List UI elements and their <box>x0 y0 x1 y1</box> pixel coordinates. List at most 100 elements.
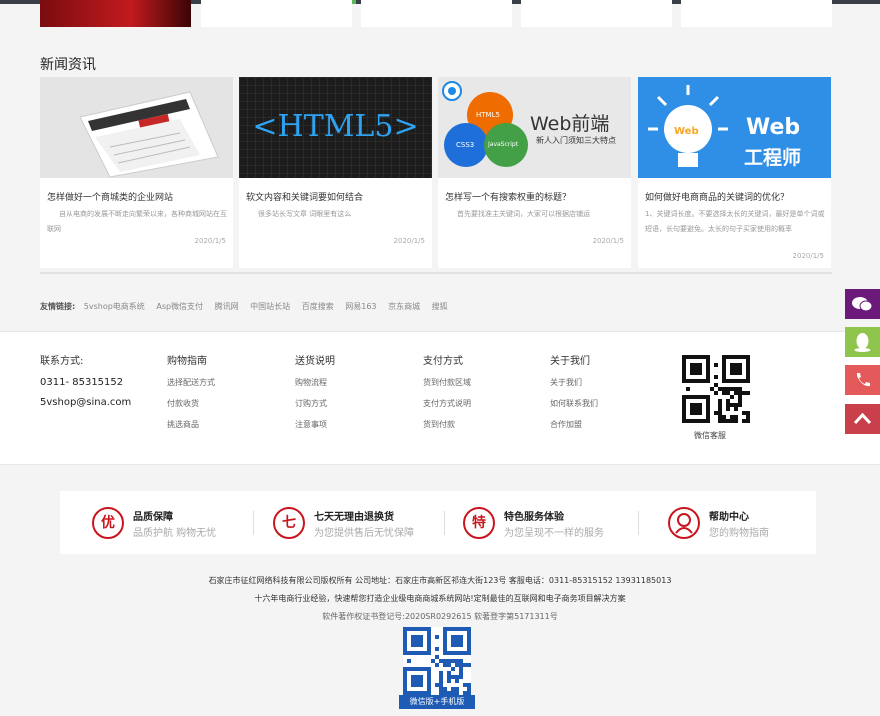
phone-icon <box>857 373 870 387</box>
customer-service-icon <box>675 513 693 534</box>
sidebar-back-to-top[interactable] <box>845 404 880 434</box>
guarantee-title: 七天无理由退换货 <box>314 512 394 523</box>
seven-day-icon: 七 <box>273 507 305 539</box>
footer-column-about: 关于我们 关于我们 如何联系我们 合作加盟 <box>550 352 598 440</box>
footer-link[interactable]: 注意事项 <box>295 419 335 430</box>
news-desc: 首先要找准主关键词，大家可以根据店铺运 <box>457 210 590 218</box>
footer-column-heading: 支付方式 <box>423 356 463 367</box>
contact-heading: 联系方式: <box>40 356 84 367</box>
wechat-qr-caption: 微信客服 <box>694 431 726 440</box>
web-engineer-sub: 工程师 <box>744 147 802 169</box>
footer-link[interactable]: 合作加盟 <box>550 419 598 430</box>
html5-thumb-text: <HTML5> <box>252 109 419 144</box>
mobile-qr-code <box>403 627 471 695</box>
bulb-text: Web <box>674 126 699 137</box>
news-date: 2020/1/5 <box>393 237 425 245</box>
news-thumbnail[interactable]: Web Web 工程师 <box>638 77 831 178</box>
qq-icon <box>854 333 871 352</box>
guarantee-separator <box>253 511 254 535</box>
news-date: 2020/1/5 <box>194 237 226 245</box>
product-card[interactable] <box>681 0 832 27</box>
footer-link[interactable]: 选择配送方式 <box>167 377 215 388</box>
footer-column-heading: 关于我们 <box>550 356 590 367</box>
web-frontend-title: Web前端 <box>530 113 610 135</box>
footer-column-delivery: 送货说明 购物流程 订购方式 注意事项 <box>295 352 335 440</box>
friend-link[interactable]: 中国站长站 <box>250 302 290 311</box>
friend-link[interactable]: 腾讯网 <box>215 302 239 311</box>
section-divider <box>40 272 832 274</box>
mobile-qr-caption: 微信版+手机版 <box>399 695 475 709</box>
copyright-line: 十六年电商行业经验，快速帮您打造企业级电商商城系统网站!定制最佳的互联网和电子商… <box>254 594 626 603</box>
friend-link[interactable]: 京东商城 <box>388 302 420 311</box>
bubble-js: JavaScript <box>488 141 519 148</box>
help-center-icon <box>668 507 700 539</box>
news-date: 2020/1/5 <box>592 237 624 245</box>
product-card[interactable] <box>521 0 672 27</box>
guarantee-bar: 优 品质保障 品质护航 购物无忧 七 七天无理由退换货 为您提供售后无忧保障 特… <box>60 491 816 554</box>
news-title[interactable]: 怎样做好一个商城类的企业网站 <box>47 190 227 203</box>
product-image[interactable] <box>40 0 191 27</box>
news-thumbnail[interactable] <box>40 77 233 178</box>
news-desc: 很多站长写文章 词眼里有这么 <box>258 210 352 218</box>
guarantee-sub: 品质护航 购物无忧 <box>133 528 217 539</box>
news-desc: 1、关键词长度。不要选择太长的关键词，最好是单个词或短语，长句要避免。太长的句子… <box>645 210 825 233</box>
news-card[interactable]: HTML5 CSS3 JavaScript Web前端 新人入门须知三大特点 怎… <box>438 77 631 268</box>
product-row <box>40 0 832 27</box>
news-card[interactable]: Web Web 工程师 如何做好电商商品的关键词的优化？ 1、关键词长度。不要选… <box>638 77 831 268</box>
footer-link[interactable]: 订购方式 <box>295 398 335 409</box>
news-thumbnail[interactable]: HTML5 CSS3 JavaScript Web前端 新人入门须知三大特点 <box>438 77 631 178</box>
back-to-top-icon <box>853 412 872 425</box>
copyright-line: 石家庄市征红网络科技有限公司版权所有 公司地址：石家庄市高新区祁连大街123号 … <box>208 576 672 585</box>
news-list: 怎样做好一个商城类的企业网站 自从电商的发展不断走向繁荣以来，各种商城网站在互联… <box>40 77 832 268</box>
web-frontend-sub: 新人入门须知三大特点 <box>536 136 616 145</box>
footer-link[interactable]: 购物流程 <box>295 377 335 388</box>
footer-link[interactable]: 关于我们 <box>550 377 598 388</box>
guarantee-title[interactable]: 帮助中心 <box>709 508 749 523</box>
wechat-qr-code <box>682 355 750 423</box>
news-desc: 自从电商的发展不断走向繁荣以来，各种商城网站在互联网 <box>47 210 227 233</box>
news-section-title: 新闻资讯 <box>40 57 96 73</box>
friend-link[interactable]: Asp微信支付 <box>156 302 203 311</box>
news-card[interactable]: 怎样做好一个商城类的企业网站 自从电商的发展不断走向繁荣以来，各种商城网站在互联… <box>40 77 233 268</box>
special-service-icon: 特 <box>463 507 495 539</box>
friend-links: 友情链接: 5vshop电商系统 Asp微信支付 腾讯网 中国站长站 百度搜索 … <box>40 301 457 312</box>
news-title[interactable]: 如何做好电商商品的关键词的优化？ <box>645 190 825 203</box>
footer-link[interactable]: 货到付款区域 <box>423 377 471 388</box>
footer-link[interactable]: 支付方式说明 <box>423 398 471 409</box>
quality-icon: 优 <box>92 507 124 539</box>
contact-block: 联系方式: 0311- 85315152 5vshop@sina.com <box>40 352 131 417</box>
guarantee-separator <box>638 511 639 535</box>
footer-link[interactable]: 如何联系我们 <box>550 398 598 409</box>
copyright-line: 软件著作权证书登记号:2020SR0292615 软著登字第5171311号 <box>322 612 558 621</box>
guarantee-sub: 为您提供售后无忧保障 <box>314 528 414 539</box>
sidebar-phone[interactable] <box>845 365 880 395</box>
bubble-html5: HTML5 <box>476 111 500 119</box>
footer-column-payment: 支付方式 货到付款区域 支付方式说明 货到付款 <box>423 352 471 440</box>
sidebar-wechat[interactable] <box>845 289 880 319</box>
wechat-icon <box>852 297 873 312</box>
news-card[interactable]: <HTML5> 软文内容和关键词要如何结合 很多站长写文章 词眼里有这么 202… <box>239 77 432 268</box>
friend-link[interactable]: 网易163 <box>345 302 376 311</box>
footer-column-shopping-guide: 购物指南 选择配送方式 付款收货 挑选商品 <box>167 352 215 440</box>
footer-column-heading: 购物指南 <box>167 356 207 367</box>
sidebar-qq[interactable] <box>845 327 880 357</box>
guarantee-sub: 为您呈现不一样的服务 <box>504 528 604 539</box>
footer-link[interactable]: 付款收货 <box>167 398 215 409</box>
footer-link[interactable]: 货到付款 <box>423 419 471 430</box>
friend-link[interactable]: 搜狐 <box>432 302 448 311</box>
friend-link[interactable]: 5vshop电商系统 <box>84 302 145 311</box>
news-title[interactable]: 软文内容和关键词要如何结合 <box>246 190 426 203</box>
footer-link[interactable]: 挑选商品 <box>167 419 215 430</box>
news-title[interactable]: 怎样写一个有搜索权重的标题？ <box>445 190 625 203</box>
guarantee-separator <box>444 511 445 535</box>
contact-phone: 0311- 85315152 <box>40 377 124 388</box>
news-date: 2020/1/5 <box>792 252 824 260</box>
news-thumbnail[interactable]: <HTML5> <box>239 77 432 178</box>
contact-email[interactable]: 5vshop@sina.com <box>40 397 131 408</box>
friend-link[interactable]: 百度搜索 <box>302 302 334 311</box>
product-card[interactable] <box>201 0 352 27</box>
site-footer: 联系方式: 0311- 85315152 5vshop@sina.com 购物指… <box>0 331 880 465</box>
guarantee-title: 特色服务体验 <box>504 512 564 523</box>
product-card[interactable] <box>361 0 512 27</box>
web-engineer-title: Web <box>746 115 801 140</box>
